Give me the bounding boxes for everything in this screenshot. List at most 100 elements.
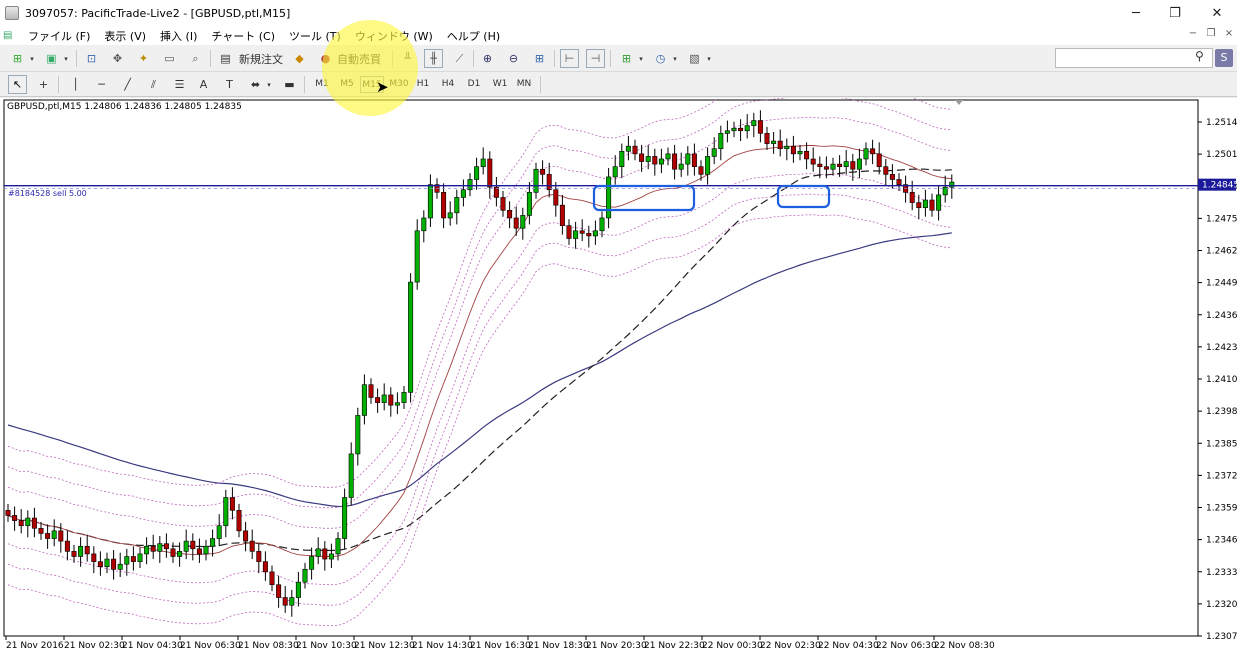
candle-body xyxy=(427,184,433,219)
dropdown-icon[interactable]: ▾ xyxy=(705,49,713,68)
dropdown-icon[interactable]: ▾ xyxy=(265,75,273,94)
market-watch-icon[interactable]: ⊡ xyxy=(82,49,101,68)
mdi-restore-icon[interactable]: ❐ xyxy=(1203,28,1219,43)
periods-icon[interactable]: ◷ xyxy=(651,49,670,68)
menu-window[interactable]: ウィンドウ (W) xyxy=(348,28,440,44)
trendline-icon[interactable]: ╱ xyxy=(118,75,137,94)
candle-body xyxy=(309,556,315,570)
x-tick-label: 21 Nov 06:30 xyxy=(180,641,241,651)
mql5-community-icon[interactable]: S xyxy=(1215,49,1233,67)
candle-body xyxy=(45,533,51,539)
cursor-tool-icon[interactable]: ↖ xyxy=(8,75,27,94)
zoom-out-icon[interactable]: ⊖ xyxy=(504,49,523,68)
mdi-close-icon[interactable]: × xyxy=(1221,28,1237,43)
chart-shift-icon[interactable]: ⊣ xyxy=(586,49,605,68)
timeframe-d1[interactable]: D1 xyxy=(464,76,484,93)
auto-trading-button[interactable]: 自動売買 xyxy=(334,49,384,68)
candlestick-chart[interactable]: 1.251451.250151.248851.247551.246251.244… xyxy=(0,98,1237,655)
candle-body xyxy=(949,181,955,188)
horizontal-line-icon[interactable]: ─ xyxy=(92,75,111,94)
timeframe-m1[interactable]: M1 xyxy=(312,76,332,93)
new-order-button[interactable]: 新規注文 xyxy=(236,49,286,68)
new-order-icon[interactable]: ▤ xyxy=(216,49,235,68)
bar-chart-icon[interactable]: ╨ xyxy=(398,49,417,68)
timeframe-m30[interactable]: M30 xyxy=(387,76,411,93)
navigator-icon[interactable]: ✦ xyxy=(134,49,153,68)
menu-file[interactable]: ファイル (F) xyxy=(21,28,97,44)
candle-body xyxy=(546,174,552,191)
candle-body xyxy=(929,199,935,211)
candle-body xyxy=(573,230,579,239)
zoom-in-icon[interactable]: ⊕ xyxy=(478,49,497,68)
candle-body xyxy=(592,230,598,237)
tile-windows-icon[interactable]: ⊞ xyxy=(530,49,549,68)
x-tick-label: 22 Nov 02:30 xyxy=(760,641,821,651)
candle-body xyxy=(177,551,183,557)
candle-body xyxy=(474,166,480,180)
menu-bar: ▤ ファイル (F) 表示 (V) 挿入 (I) チャート (C) ツール (T… xyxy=(0,26,1237,45)
vertical-line-icon[interactable]: │ xyxy=(66,75,85,94)
maximize-icon[interactable]: ❐ xyxy=(1152,0,1198,26)
x-tick-label: 22 Nov 08:30 xyxy=(934,641,995,651)
candle-body xyxy=(236,510,242,532)
data-window-icon[interactable]: ✥ xyxy=(108,49,127,68)
candle-body xyxy=(130,556,136,562)
candle-body xyxy=(51,530,57,539)
y-tick-label: 1.23200 xyxy=(1206,600,1237,610)
templates-icon[interactable]: ▧ xyxy=(685,49,704,68)
dropdown-icon[interactable]: ▾ xyxy=(28,49,36,68)
mdi-minimize-icon[interactable]: − xyxy=(1185,28,1201,43)
menu-help[interactable]: ヘルプ (H) xyxy=(440,28,507,44)
search-input[interactable] xyxy=(1055,48,1213,68)
dropdown-icon[interactable]: ▾ xyxy=(637,49,645,68)
crosshair-tool-icon[interactable]: + xyxy=(34,75,53,94)
menu-insert[interactable]: 挿入 (I) xyxy=(153,28,204,44)
dropdown-icon[interactable]: ▾ xyxy=(671,49,679,68)
indicators-icon[interactable]: ⊞ xyxy=(617,49,636,68)
meta-editor-icon[interactable]: ◆ xyxy=(290,49,309,68)
arrows-icon[interactable]: ⬌ xyxy=(246,75,265,94)
menu-chart[interactable]: チャート (C) xyxy=(204,28,282,44)
timeframe-m15[interactable]: M15 xyxy=(360,76,384,93)
window-title: 3097057: PacificTrade-Live2 - [GBPUSD,pt… xyxy=(25,6,291,20)
new-chart-icon[interactable]: ⊞ xyxy=(8,49,27,68)
profiles-icon[interactable]: ▣ xyxy=(42,49,61,68)
candle-body xyxy=(262,561,268,573)
strategy-tester-icon[interactable]: ⌕ xyxy=(186,49,205,68)
chart-window[interactable]: 1.251451.250151.248851.247551.246251.244… xyxy=(0,98,1237,655)
candle-body xyxy=(375,397,381,403)
auto-trading-icon[interactable]: ● xyxy=(316,49,335,68)
chart-menu-icon[interactable]: ▤ xyxy=(3,30,21,41)
dropdown-icon[interactable]: ▾ xyxy=(62,49,70,68)
candle-body xyxy=(467,179,473,191)
text-label-icon[interactable]: T xyxy=(220,75,239,94)
shapes-icon[interactable]: ▬ xyxy=(280,75,299,94)
candle-body xyxy=(817,163,823,167)
timeframe-m5[interactable]: M5 xyxy=(337,76,357,93)
candle-body xyxy=(744,125,750,132)
text-tool-icon[interactable]: A xyxy=(194,75,213,94)
candlestick-chart-icon[interactable]: ╫ xyxy=(424,49,443,68)
search-icon[interactable]: ⚲ xyxy=(1195,49,1211,65)
equidistant-channel-icon[interactable]: ⫽ xyxy=(144,75,163,94)
candle-body xyxy=(58,530,64,542)
line-chart-icon[interactable]: ⟋ xyxy=(450,49,469,68)
terminal-icon[interactable]: ▭ xyxy=(160,49,179,68)
candle-body xyxy=(922,199,928,209)
timeframe-w1[interactable]: W1 xyxy=(490,76,510,93)
candle-body xyxy=(850,161,856,170)
auto-scroll-icon[interactable]: ⊢ xyxy=(560,49,579,68)
app-icon xyxy=(5,6,19,20)
menu-tools[interactable]: ツール (T) xyxy=(282,28,348,44)
timeframe-h4[interactable]: H4 xyxy=(438,76,458,93)
timeframe-mn[interactable]: MN xyxy=(513,76,535,93)
order-line-label[interactable]: #8184528 sell 5.00 xyxy=(8,189,87,198)
close-icon[interactable]: ✕ xyxy=(1194,0,1237,26)
candle-body xyxy=(322,548,328,560)
timeframe-h1[interactable]: H1 xyxy=(413,76,433,93)
candle-body xyxy=(837,163,843,167)
fibonacci-icon[interactable]: ☰ xyxy=(170,75,189,94)
candle-body xyxy=(388,394,394,406)
candle-body xyxy=(150,545,156,552)
menu-view[interactable]: 表示 (V) xyxy=(97,28,153,44)
